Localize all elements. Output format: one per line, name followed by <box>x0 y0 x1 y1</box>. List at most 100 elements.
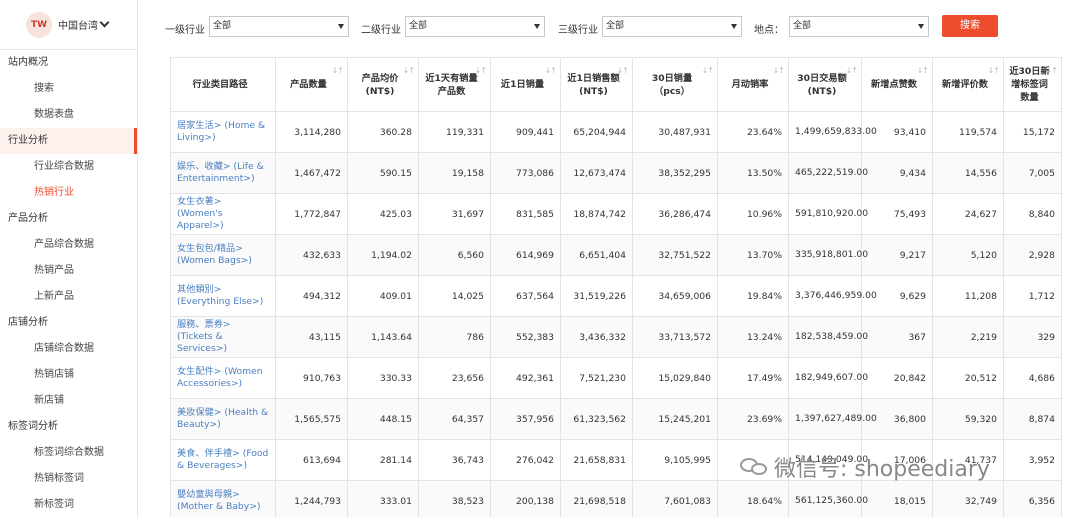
table-row: 美妝保健> (Health & Beauty>) 1,565,575 448.15 6… <box>170 398 1062 440</box>
sidebar-item[interactable]: 新标签词 <box>0 492 137 517</box>
column-header[interactable]: 近1日销售额(NT$) ↓↑ <box>560 57 633 112</box>
column-header[interactable]: 30日销量（pcs） ↓↑ <box>632 57 718 112</box>
category-path-link[interactable]: 美妝保健> (Health & Beauty>) <box>170 398 276 440</box>
sidebar-section[interactable]: 店铺分析 <box>0 310 137 336</box>
table-cell: 330.33 <box>347 357 419 399</box>
sort-icon[interactable]: ↓↑ <box>617 64 629 77</box>
watermark-text: 微信号: shopeediary <box>774 457 990 482</box>
location-select[interactable]: 全部 <box>789 16 929 37</box>
column-header[interactable]: 近1日销量 ↓↑ <box>490 57 561 112</box>
sidebar-item[interactable]: 热销标签词 <box>0 466 137 492</box>
column-header[interactable]: 产品数量 ↓↑ <box>275 57 348 112</box>
level2-select[interactable]: 全部 <box>405 16 545 37</box>
table-cell: 4,686 <box>1003 357 1062 399</box>
sidebar-item[interactable]: 热销产品 <box>0 258 137 284</box>
sidebar-item[interactable]: 数据表盘 <box>0 102 137 128</box>
category-path-link[interactable]: 女生配件> (Women Accessories>) <box>170 357 276 399</box>
category-path-link[interactable]: 美食、伴手禮> (Food & Beverages>) <box>170 439 276 481</box>
sidebar-item[interactable]: 上新产品 <box>0 284 137 310</box>
sort-icon[interactable]: ↓↑ <box>332 64 344 77</box>
category-path-link[interactable]: 嬰幼童與母親> (Mother & Baby>) <box>170 480 276 517</box>
sidebar-item[interactable]: 店铺综合数据 <box>0 336 137 362</box>
column-header[interactable]: 新增点赞数 ↓↑ <box>861 57 933 112</box>
table-cell: 119,331 <box>418 111 491 153</box>
category-path-link[interactable]: 其他類別> (Everything Else>) <box>170 275 276 317</box>
table-cell: 3,952 <box>1003 439 1062 481</box>
table-cell: 6,651,404 <box>560 234 633 276</box>
sidebar-section[interactable]: 站内概况 <box>0 50 137 76</box>
table-cell: 13.70% <box>717 234 789 276</box>
table-cell: 18,015 <box>861 480 933 517</box>
sort-icon[interactable]: ↓↑ <box>846 64 858 77</box>
table-cell: 21,658,831 <box>560 439 633 481</box>
category-path-link[interactable]: 娱乐、收藏> (Life & Entertainment>) <box>170 152 276 194</box>
sidebar-section[interactable]: 标签词分析 <box>0 414 137 440</box>
wechat-watermark: 微信号: shopeediary <box>740 454 990 482</box>
level3-select-value: 全部 <box>606 21 625 31</box>
sort-icon[interactable]: ↓↑ <box>702 64 714 77</box>
column-header[interactable]: 近1天有销量产品数 ↓↑ <box>418 57 491 112</box>
table-cell: 3,376,446,959.00 <box>788 275 877 317</box>
level3-select[interactable]: 全部 <box>602 16 742 37</box>
sort-icon[interactable]: ↓↑ <box>988 64 1000 77</box>
table-cell: 23.64% <box>717 111 789 153</box>
sidebar-item[interactable]: 搜索 <box>0 76 137 102</box>
table-cell: 19,158 <box>418 152 491 194</box>
category-path-link[interactable]: 女生包包/精品> (Women Bags>) <box>170 234 276 276</box>
sort-icon[interactable]: ↓↑ <box>1046 64 1058 77</box>
sidebar-section[interactable]: 产品分析 <box>0 206 137 232</box>
category-path-link[interactable]: 女生衣著> (Women's Apparel>) <box>170 193 276 235</box>
table-cell: 281.14 <box>347 439 419 481</box>
category-path-link[interactable]: 服務、票券> (Tickets & Services>) <box>170 316 276 358</box>
table-cell: 32,749 <box>932 480 1004 517</box>
table-cell: 38,523 <box>418 480 491 517</box>
table-row: 女生包包/精品> (Women Bags>) 432,633 1,194.02 6,5… <box>170 234 1062 276</box>
column-header[interactable]: 产品均价(NT$) ↓↑ <box>347 57 419 112</box>
table-cell: 15,245,201 <box>632 398 718 440</box>
table-cell: 637,564 <box>490 275 561 317</box>
category-path-link[interactable]: 居家生活> (Home & Living>) <box>170 111 276 153</box>
table-cell: 448.15 <box>347 398 419 440</box>
region-selector[interactable]: TW 中国台湾 <box>0 0 137 50</box>
table-cell: 360.28 <box>347 111 419 153</box>
column-header[interactable]: 近30日新增标签词数量 ↓↑ <box>1003 57 1062 112</box>
table-cell: 5,120 <box>932 234 1004 276</box>
table-cell: 18.64% <box>717 480 789 517</box>
column-header-label: 30日销量（pcs） <box>651 72 693 97</box>
table-row: 娱乐、收藏> (Life & Entertainment>) 1,467,472 5… <box>170 152 1062 194</box>
table-cell: 1,397,627,489.00 <box>788 398 877 440</box>
column-header[interactable]: 30日交易额(NT$) ↓↑ <box>788 57 862 112</box>
search-button[interactable]: 搜索 <box>942 15 998 37</box>
level2-label: 二级行业 <box>361 25 401 36</box>
table-cell: 59,320 <box>932 398 1004 440</box>
sidebar-item[interactable]: 新店铺 <box>0 388 137 414</box>
table-cell: 432,633 <box>275 234 348 276</box>
column-header[interactable]: 月动销率 ↓↑ <box>717 57 789 112</box>
sidebar-section[interactable]: 行业分析 <box>0 128 137 154</box>
avatar: TW <box>26 11 52 38</box>
level1-select[interactable]: 全部 <box>209 16 349 37</box>
sidebar-item[interactable]: 标签词综合数据 <box>0 440 137 466</box>
sidebar-item[interactable]: 热销店铺 <box>0 362 137 388</box>
sort-icon[interactable]: ↓↑ <box>403 64 415 77</box>
sort-icon[interactable]: ↓↑ <box>545 64 557 77</box>
table-cell: 1,712 <box>1003 275 1062 317</box>
table-cell: 36,743 <box>418 439 491 481</box>
sort-icon[interactable]: ↓↑ <box>475 64 487 77</box>
table-cell: 36,286,474 <box>632 193 718 235</box>
table-cell: 909,441 <box>490 111 561 153</box>
sidebar-item[interactable]: 热销行业 <box>0 180 137 206</box>
column-header[interactable]: 新增评价数 ↓↑ <box>932 57 1004 112</box>
sidebar: TW 中国台湾 站内概况 搜索 数据表盘 行业分析 行业综合数据 热销行业 产品分析 产品综合… <box>0 0 138 517</box>
table-cell: 6,356 <box>1003 480 1062 517</box>
sidebar-item[interactable]: 行业综合数据 <box>0 154 137 180</box>
sidebar-item[interactable]: 产品综合数据 <box>0 232 137 258</box>
table-cell: 465,222,519.00 <box>788 152 868 194</box>
sort-icon[interactable]: ↓↑ <box>773 64 785 77</box>
table-cell: 1,467,472 <box>275 152 348 194</box>
column-header-label: 近30日新增标签词数量 <box>1009 66 1050 103</box>
table-cell: 20,512 <box>932 357 1004 399</box>
sort-icon[interactable]: ↓↑ <box>917 64 929 77</box>
table-cell: 3,114,280 <box>275 111 348 153</box>
table-cell: 61,323,562 <box>560 398 633 440</box>
